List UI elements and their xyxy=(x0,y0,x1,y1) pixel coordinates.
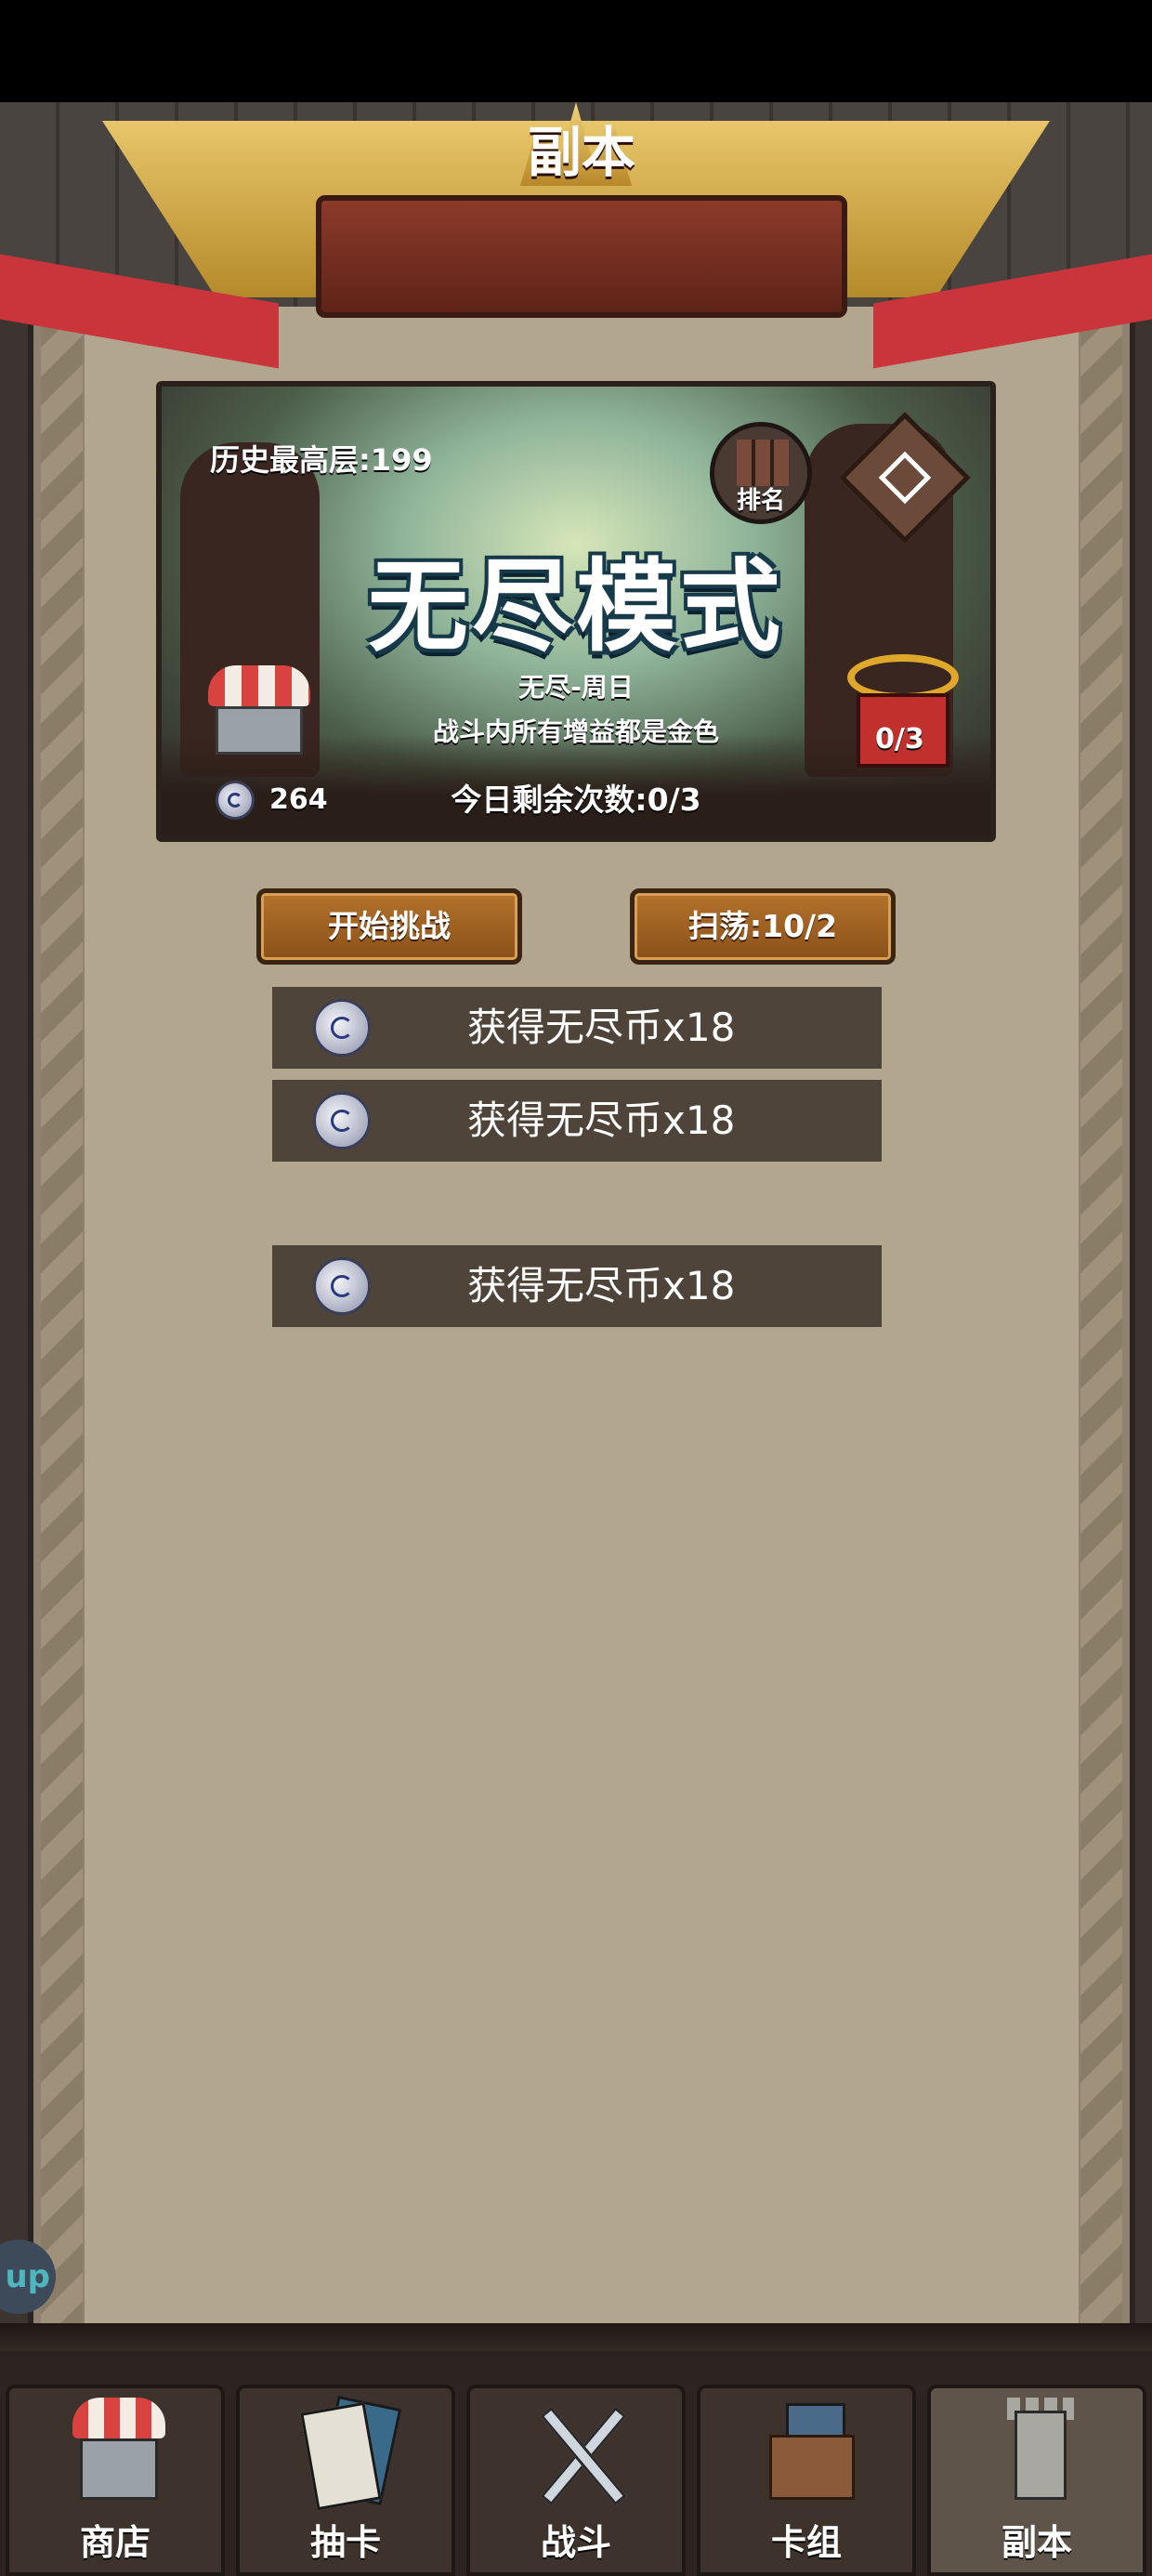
shop-stall-icon xyxy=(208,665,310,706)
page-title: 副本 xyxy=(527,121,635,184)
card-deck-icon xyxy=(764,2398,857,2509)
sparkle-icon xyxy=(878,451,932,505)
endless-shop-button[interactable] xyxy=(208,665,310,758)
endless-mode-card[interactable]: 历史最高层:199 排名 无尽模式 无尽-周日 战斗内所有增益都是金色 0/3 … xyxy=(156,381,996,842)
shop-icon xyxy=(72,2398,165,2509)
reward-row: 获得无尽币x18 xyxy=(272,1245,882,1327)
reward-text: 获得无尽币x18 xyxy=(467,1005,736,1050)
reward-row: 获得无尽币x18 xyxy=(272,987,882,1069)
tab-deck[interactable]: 卡组 xyxy=(697,2385,916,2576)
reward-text: 获得无尽币x18 xyxy=(467,1097,736,1143)
endless-coin-icon xyxy=(313,1092,371,1150)
endless-coin-icon xyxy=(313,1257,371,1315)
crossed-swords-icon xyxy=(533,2398,627,2509)
reward-row: 获得无尽币x18 xyxy=(272,1080,882,1162)
reward-text: 获得无尽币x18 xyxy=(467,1263,736,1308)
rank-label: 排名 xyxy=(736,487,785,515)
tab-label: 卡组 xyxy=(770,2522,842,2563)
tab-shop[interactable]: 商店 xyxy=(6,2385,225,2576)
card-draw-icon xyxy=(300,2395,402,2511)
dungeon-tower-icon xyxy=(994,2398,1087,2509)
endless-coin-icon xyxy=(313,999,371,1057)
title-plank xyxy=(316,195,847,318)
start-challenge-button[interactable]: 开始挑战 xyxy=(256,888,522,965)
remaining-attempts: 今日剩余次数:0/3 xyxy=(451,782,701,818)
tab-label: 抽卡 xyxy=(309,2522,381,2563)
best-floor-label: 历史最高层:199 xyxy=(210,442,433,478)
panel-border-left xyxy=(41,232,83,2333)
panel-border-right xyxy=(1080,232,1122,2333)
tab-label: 战斗 xyxy=(540,2522,611,2563)
sweep-button[interactable]: 扫荡:10/2 xyxy=(630,888,896,965)
tab-dungeon[interactable]: 副本 xyxy=(927,2385,1146,2576)
status-bar xyxy=(0,0,1152,102)
rank-button[interactable]: 排名 xyxy=(710,422,812,524)
tab-card-draw[interactable]: 抽卡 xyxy=(236,2385,455,2576)
tab-battle[interactable]: 战斗 xyxy=(466,2385,686,2576)
tab-label: 副本 xyxy=(1001,2522,1072,2563)
gift-progress: 0/3 xyxy=(875,723,924,756)
tab-label: 商店 xyxy=(79,2522,151,2563)
ranking-icon xyxy=(737,440,789,486)
